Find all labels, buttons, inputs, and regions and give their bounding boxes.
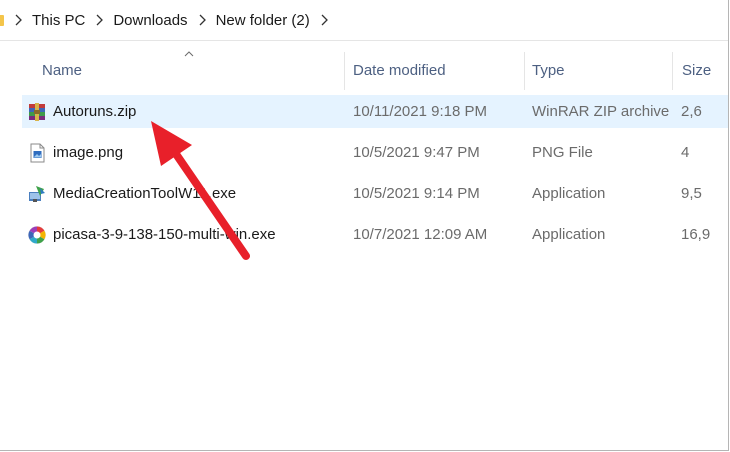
breadcrumb-this-pc[interactable]: This PC [30,12,87,29]
file-row-image-png[interactable]: image.png 10/5/2021 9:47 PM PNG File 4 [22,136,728,169]
chevron-right-icon[interactable] [320,14,328,26]
file-date-modified: 10/5/2021 9:47 PM [353,144,480,161]
file-date-modified: 10/11/2021 9:18 PM [353,103,487,120]
file-explorer-window: This PC Downloads New folder (2) Name Da… [0,0,729,451]
folder-icon [0,15,4,26]
chevron-right-icon[interactable] [95,14,104,26]
column-header-name[interactable]: Name [42,46,342,94]
file-row-picasa-exe[interactable]: picasa-3-9-138-150-multi-win.exe 10/7/20… [22,218,728,251]
media-creation-tool-icon [29,186,45,202]
file-type: WinRAR ZIP archive [532,103,670,120]
breadcrumb-downloads[interactable]: Downloads [111,12,189,29]
file-type: Application [532,226,606,243]
picasa-icon [28,226,46,244]
file-name: MediaCreationToolW11.exe [53,185,237,202]
file-type: Application [532,185,606,202]
file-name: Autoruns.zip [53,103,137,120]
column-divider[interactable] [344,52,345,90]
file-size: 2,6 [681,103,702,120]
file-type: PNG File [532,144,593,161]
column-divider[interactable] [524,52,525,90]
file-size: 9,5 [681,185,702,202]
png-file-icon [30,143,45,163]
winrar-archive-icon [29,103,45,121]
file-name: image.png [53,144,124,161]
chevron-right-icon[interactable] [14,14,22,26]
file-name: picasa-3-9-138-150-multi-win.exe [53,226,276,243]
chevron-right-icon[interactable] [198,14,206,26]
breadcrumb: This PC Downloads New folder (2) [0,0,728,41]
file-size: 4 [681,144,690,161]
file-date-modified: 10/7/2021 12:09 AM [353,226,488,243]
file-row-mediacreationtool[interactable]: MediaCreationToolW11.exe 10/5/2021 9:14 … [22,177,728,210]
column-divider[interactable] [672,52,673,90]
file-size: 16,9 [681,226,711,243]
file-date-modified: 10/5/2021 9:14 PM [353,185,480,202]
file-row-autoruns-zip[interactable]: Autoruns.zip 10/11/2021 9:18 PM WinRAR Z… [22,95,728,128]
column-header-type[interactable]: Type [532,46,667,94]
breadcrumb-new-folder-2[interactable]: New folder (2) [214,12,312,29]
column-header-size[interactable]: Size [682,46,727,94]
column-header-date-modified[interactable]: Date modified [353,46,518,94]
